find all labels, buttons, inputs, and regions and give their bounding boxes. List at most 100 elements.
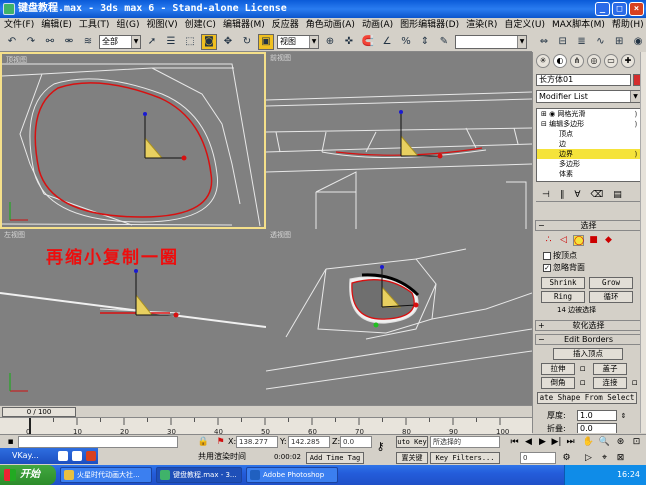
- menu-view[interactable]: 视图(V): [146, 18, 177, 32]
- maxscript-listener-icon[interactable]: ▪: [4, 436, 17, 448]
- select-by-name-icon[interactable]: ☰: [163, 34, 179, 50]
- selection-lock-toggle-icon[interactable]: ⚑: [214, 436, 227, 448]
- close-button[interactable]: ×: [629, 2, 644, 16]
- fold-spinner[interactable]: 0.0: [577, 423, 617, 433]
- shrink-button[interactable]: Shrink: [541, 277, 585, 289]
- percent-snap-icon[interactable]: %: [398, 34, 414, 50]
- x-coord-field[interactable]: 138.277: [236, 436, 278, 448]
- configure-sets-icon[interactable]: ▤: [613, 190, 622, 200]
- material-editor-icon[interactable]: ◉: [630, 34, 646, 50]
- vertex-mode-icon[interactable]: ∴: [543, 235, 554, 246]
- add-time-tag-button[interactable]: Add Time Tag: [306, 452, 364, 464]
- extrude-settings-icon[interactable]: ▫: [576, 363, 589, 375]
- menu-maxscript[interactable]: MAX脚本(M): [552, 18, 605, 32]
- minimize-button[interactable]: _: [595, 2, 610, 16]
- stack-item-border[interactable]: 边界 ⟯: [537, 149, 640, 159]
- undo-icon[interactable]: ↶: [4, 34, 20, 50]
- connect-button[interactable]: 连接: [593, 377, 627, 389]
- set-key-button[interactable]: 置关键: [396, 452, 428, 464]
- curve-editor-icon[interactable]: ∿: [592, 34, 608, 50]
- thickness-spinner[interactable]: 1.0: [577, 410, 617, 421]
- selection-filter-dropdown[interactable]: 全部 ▼: [99, 34, 141, 49]
- menu-reactor[interactable]: 反应器: [272, 18, 299, 32]
- border-mode-icon[interactable]: ◯: [573, 235, 584, 246]
- stack-item-edit-poly[interactable]: ⊟ 编辑多边形 ⟯: [537, 119, 640, 129]
- pivot-center-icon[interactable]: ⊕: [322, 34, 338, 50]
- snap-toggle-icon[interactable]: 🧲: [360, 34, 376, 50]
- named-selection-icon[interactable]: ✎: [436, 34, 452, 50]
- spinner-arrows-icon[interactable]: ⇕: [617, 410, 630, 422]
- ring-button[interactable]: Ring: [541, 291, 585, 303]
- schematic-view-icon[interactable]: ⊞: [611, 34, 627, 50]
- object-name-field[interactable]: 长方体01: [536, 74, 631, 86]
- grow-button[interactable]: Grow: [589, 277, 633, 289]
- auto-key-button[interactable]: uto Key: [396, 436, 428, 448]
- modify-tab-icon[interactable]: ◐: [553, 54, 567, 68]
- menu-tools[interactable]: 工具(T): [79, 18, 110, 32]
- taskbar-item-photoshop[interactable]: Adobe Photoshop: [246, 467, 338, 483]
- stack-item-element[interactable]: 体素: [537, 169, 640, 179]
- time-slider-thumb[interactable]: 0 / 100: [2, 407, 76, 417]
- stack-item-polygon[interactable]: 多边形: [537, 159, 640, 169]
- ignore-backfacing-checkbox[interactable]: ✓ 忽略背面: [543, 263, 585, 273]
- orbit-icon[interactable]: ⊛: [614, 436, 627, 448]
- menu-animation[interactable]: 动画(A): [362, 18, 393, 32]
- chamfer-settings-icon[interactable]: ▫: [576, 377, 589, 389]
- menu-rendering[interactable]: 渲染(R): [466, 18, 497, 32]
- mirror-icon[interactable]: ⇔: [536, 34, 552, 50]
- modifier-list-dropdown[interactable]: Modifier List ▼: [536, 90, 641, 103]
- remove-modifier-icon[interactable]: ⌫: [591, 190, 604, 200]
- utilities-tab-icon[interactable]: ✚: [621, 54, 635, 68]
- scale-icon[interactable]: ▣: [258, 33, 274, 50]
- close-icon[interactable]: [86, 451, 96, 461]
- rotate-icon[interactable]: ↻: [239, 34, 255, 50]
- stack-item-vertex[interactable]: 顶点: [537, 129, 640, 139]
- show-end-result-icon[interactable]: ∥: [560, 190, 565, 200]
- menu-edit[interactable]: 编辑(E): [41, 18, 72, 32]
- polygon-mode-icon[interactable]: ■: [588, 235, 599, 246]
- maxscript-mini-listener[interactable]: [18, 436, 178, 448]
- play-icon[interactable]: ▶: [536, 436, 549, 448]
- angle-snap-icon[interactable]: ∠: [379, 34, 395, 50]
- go-to-end-icon[interactable]: ⏭: [564, 436, 577, 448]
- edge-mode-icon[interactable]: ◁: [558, 235, 569, 246]
- link-icon[interactable]: ⚯: [42, 34, 58, 50]
- menu-create[interactable]: 创建(C): [185, 18, 216, 32]
- element-mode-icon[interactable]: ◆: [603, 235, 614, 246]
- create-tab-icon[interactable]: ✳: [536, 54, 550, 68]
- bind-space-warp-icon[interactable]: ≋: [80, 34, 96, 50]
- vkay-bar[interactable]: VKay...: [0, 448, 98, 464]
- maximize-viewport-icon[interactable]: ⊡: [630, 436, 643, 448]
- stack-item-edge[interactable]: 边: [537, 139, 640, 149]
- create-shape-button[interactable]: ate Shape From Select: [537, 392, 637, 404]
- maximize-button[interactable]: □: [612, 2, 627, 16]
- command-panel-scrollbar[interactable]: [640, 52, 646, 433]
- stack-item-meshsmooth[interactable]: ⊞ ◉ 网格光滑 ⟯: [537, 109, 640, 119]
- select-object-icon[interactable]: ➚: [144, 34, 160, 50]
- motion-tab-icon[interactable]: ◎: [587, 54, 601, 68]
- z-coord-field[interactable]: 0.0: [340, 436, 372, 448]
- hierarchy-tab-icon[interactable]: ⋔: [570, 54, 584, 68]
- align-icon[interactable]: ⊟: [555, 34, 571, 50]
- lock-selection-icon[interactable]: 🔒: [197, 436, 210, 448]
- go-to-start-icon[interactable]: ⏮: [508, 436, 521, 448]
- rectangular-selection-icon[interactable]: ⬚: [182, 34, 198, 50]
- pin-stack-icon[interactable]: ⊣: [542, 190, 550, 200]
- taskbar-item-firefox[interactable]: 火星时代动画大社...: [60, 467, 152, 483]
- menu-help[interactable]: 帮助(H): [612, 18, 644, 32]
- zoom-icon[interactable]: 🔍: [598, 436, 611, 448]
- previous-frame-icon[interactable]: ◀: [522, 436, 535, 448]
- by-vertex-checkbox[interactable]: 按顶点: [543, 251, 577, 261]
- insert-vertex-button[interactable]: 插入顶点: [553, 348, 623, 360]
- viewport-top[interactable]: 顶视图: [0, 52, 266, 229]
- soft-selection-rollout-header[interactable]: + 软化选择: [535, 320, 642, 331]
- time-config-icon[interactable]: ⚙: [560, 452, 573, 464]
- menu-editors[interactable]: 编辑器(M): [223, 18, 265, 32]
- chamfer-button[interactable]: 倒角: [541, 377, 575, 389]
- taskbar-item-3dsmax[interactable]: 键盘教程.max - 3...: [156, 467, 242, 483]
- redo-icon[interactable]: ↷: [23, 34, 39, 50]
- restore-icon[interactable]: [58, 451, 68, 461]
- next-frame-icon[interactable]: ▶|: [550, 436, 563, 448]
- y-coord-field[interactable]: 142.285: [288, 436, 330, 448]
- current-frame-field[interactable]: 0: [520, 452, 556, 464]
